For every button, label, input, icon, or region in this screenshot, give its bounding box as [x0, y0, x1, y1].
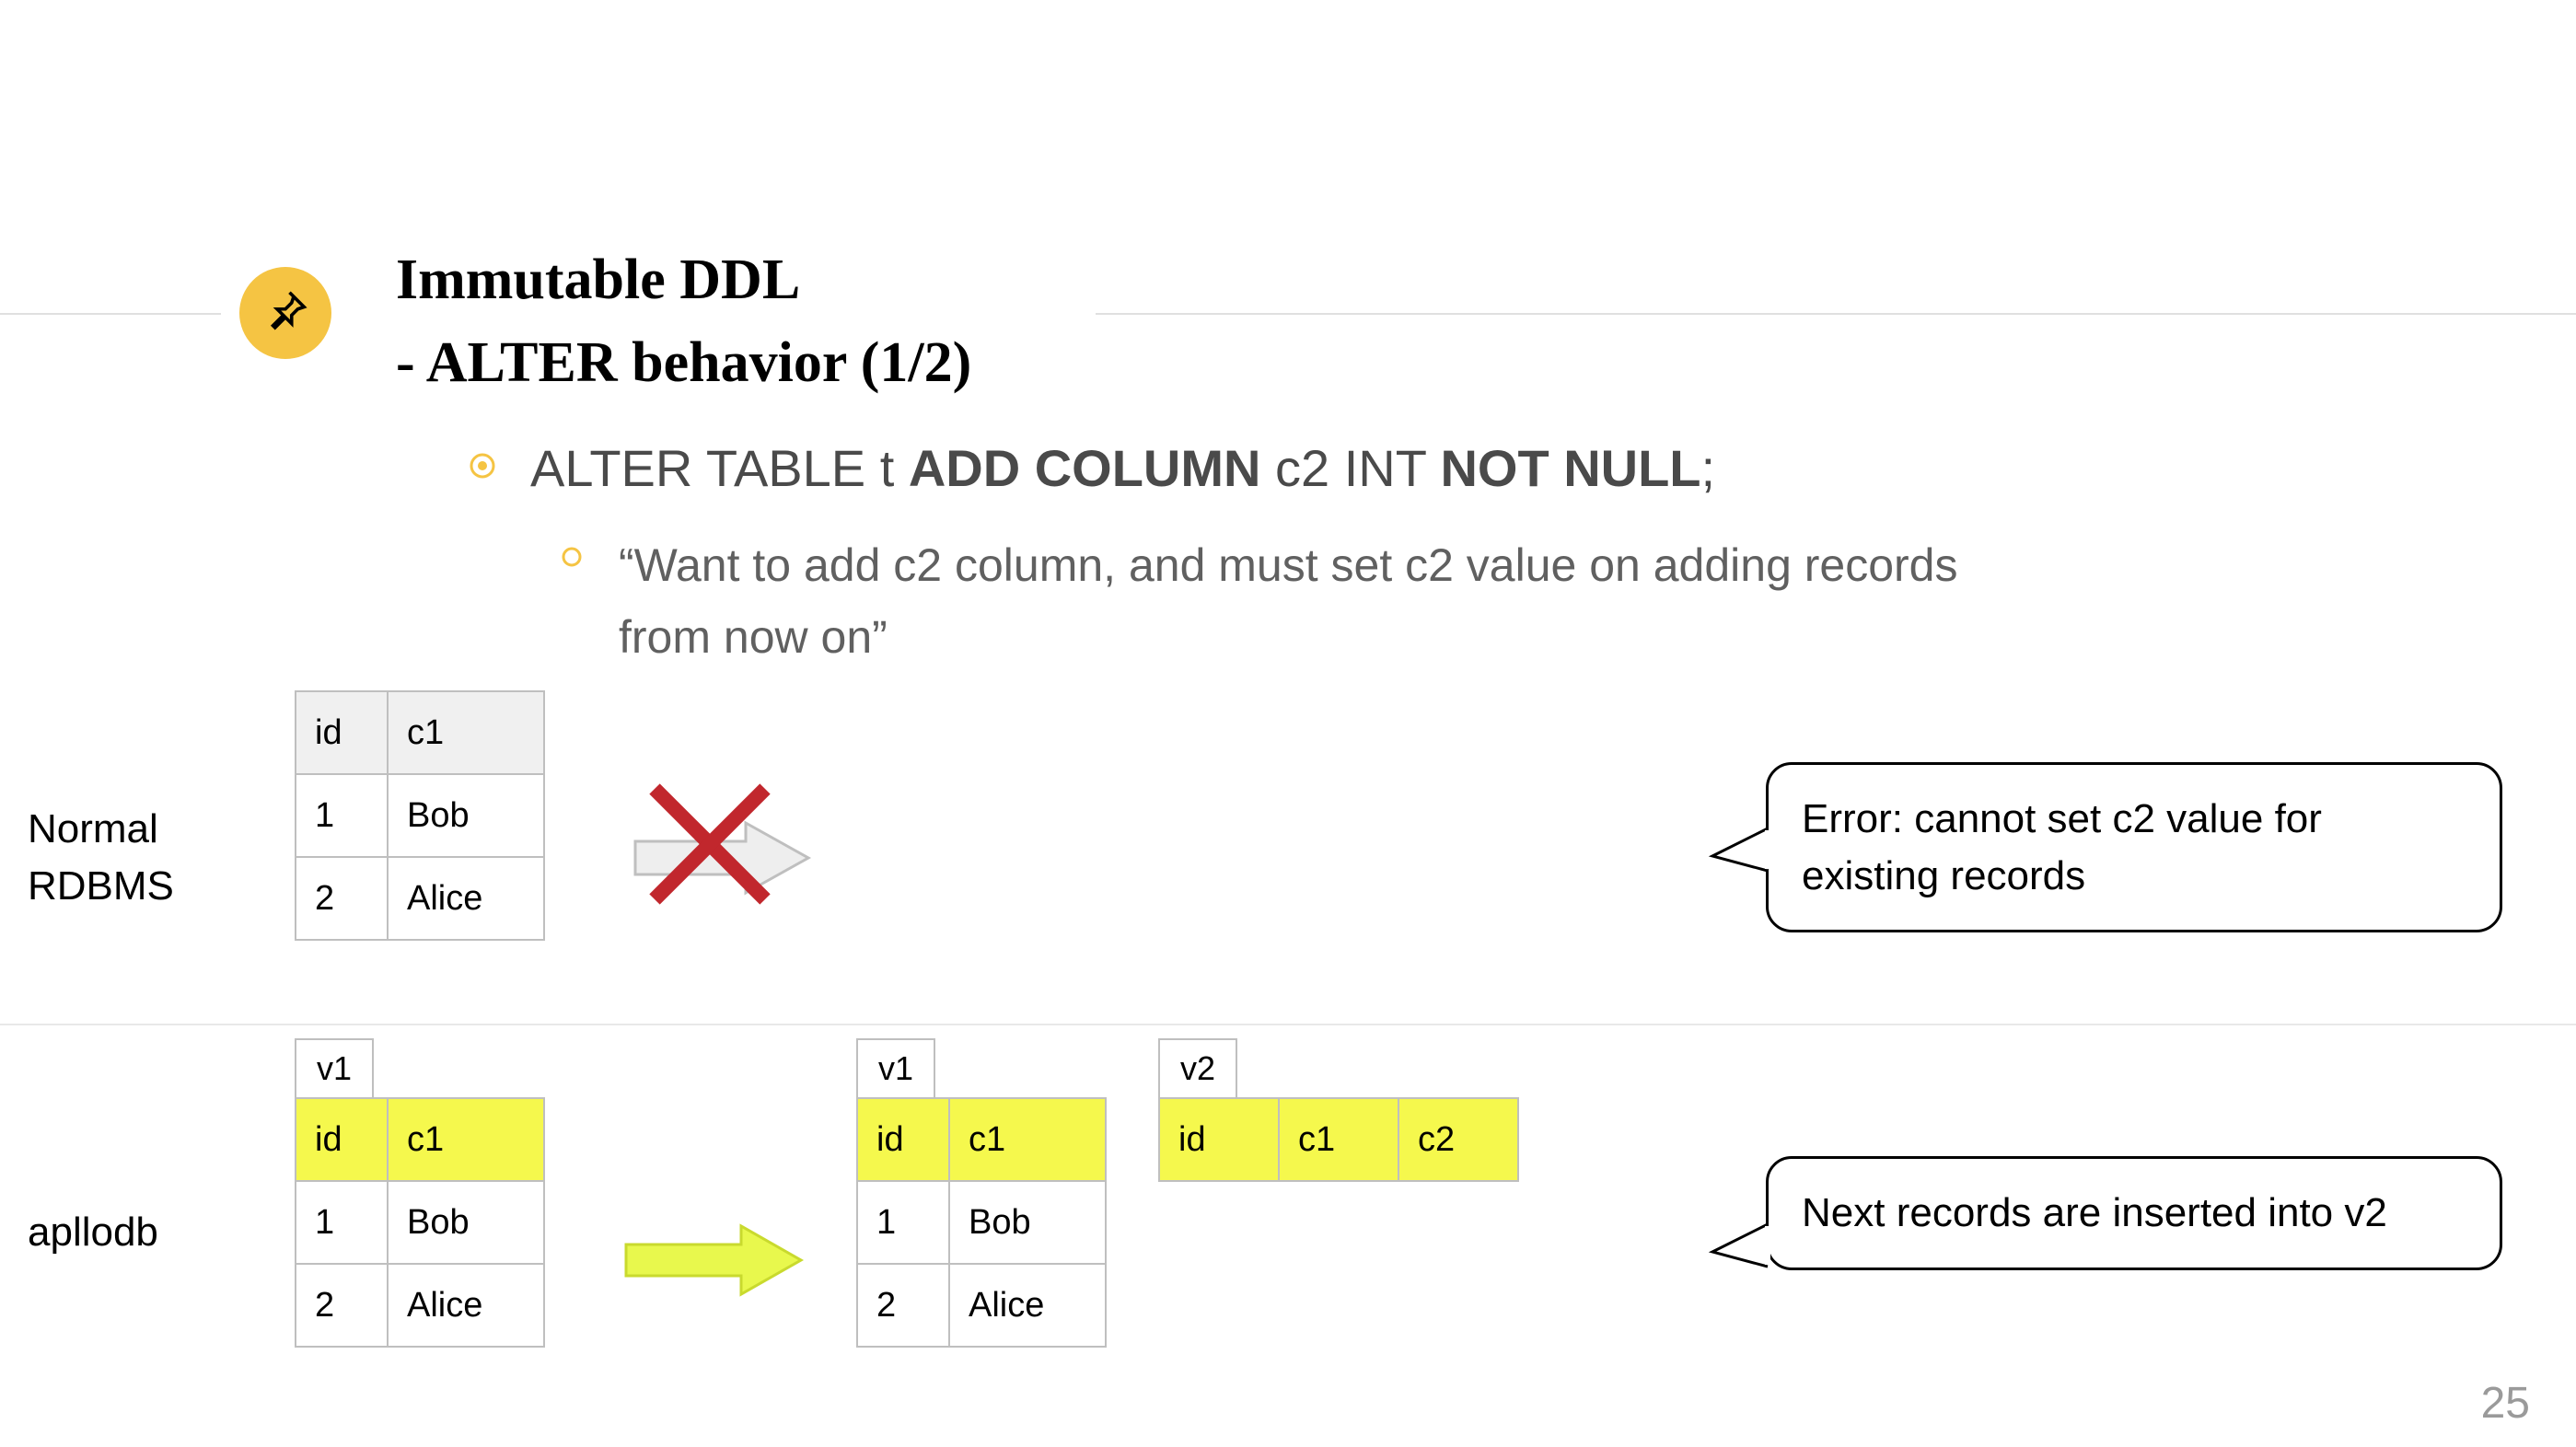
sql-part-2: ADD COLUMN: [909, 439, 1261, 497]
section-divider: [0, 1024, 2576, 1025]
table-row: 1 Bob: [296, 1181, 544, 1264]
th-id: id: [296, 691, 388, 774]
callout-error-text: Error: cannot set c2 value for existing …: [1802, 796, 2322, 898]
sql-part-1: ALTER TABLE t: [530, 439, 909, 497]
cell: Alice: [388, 1264, 544, 1347]
th-id: id: [857, 1098, 949, 1181]
table-row: 2 Alice: [857, 1264, 1106, 1347]
title-line-1: Immutable DDL: [396, 239, 971, 322]
table-row: 2 Alice: [296, 1264, 544, 1347]
cell: Alice: [949, 1264, 1106, 1347]
pin-icon: [261, 286, 310, 341]
version-label-v1: v1: [295, 1038, 374, 1097]
label-normal-text: Normal RDBMS: [28, 806, 174, 909]
th-c1: c1: [949, 1098, 1106, 1181]
cell: Bob: [388, 1181, 544, 1264]
th-c1: c1: [388, 691, 544, 774]
sql-part-5: ;: [1701, 439, 1716, 497]
label-apllodb: apllodb: [28, 1204, 158, 1261]
slide-title: Immutable DDL - ALTER behavior (1/2): [396, 239, 971, 405]
callout-next: Next records are inserted into v2: [1766, 1156, 2502, 1270]
rule-top-right: [1096, 313, 2576, 315]
bullet-main: ALTER TABLE t ADD COLUMN c2 INT NOT NULL…: [470, 438, 1715, 498]
cell: 1: [296, 774, 388, 857]
th-c2: c2: [1398, 1098, 1518, 1181]
callout-tail-icon: [1707, 819, 1771, 884]
title-line-2: - ALTER behavior (1/2): [396, 322, 971, 405]
callout-error: Error: cannot set c2 value for existing …: [1766, 762, 2502, 932]
bullet-main-text: ALTER TABLE t ADD COLUMN c2 INT NOT NULL…: [530, 438, 1715, 498]
table-normal: id c1 1 Bob 2 Alice: [295, 690, 545, 941]
table-ap-v1: id c1 1 Bob 2 Alice: [295, 1097, 545, 1348]
arrow-icon: [626, 812, 819, 909]
cell: Bob: [388, 774, 544, 857]
label-normal-rdbms: Normal RDBMS: [28, 801, 174, 914]
table-row: 1 Bob: [296, 774, 544, 857]
callout-tail-icon: [1707, 1215, 1771, 1279]
bullet-sub-text: “Want to add c2 column, and must set c2 …: [619, 530, 1998, 673]
table-ap-v2: id c1 c2: [1158, 1097, 1519, 1182]
version-label-v1: v1: [856, 1038, 935, 1097]
th-id: id: [296, 1098, 388, 1181]
bullet-dot-icon: [470, 453, 495, 483]
cell: Alice: [388, 857, 544, 940]
arrow-icon: [617, 1219, 810, 1306]
bullet-circle-icon: [562, 547, 582, 572]
cell: 2: [857, 1264, 949, 1347]
pin-badge: [239, 267, 331, 359]
th-c1: c1: [388, 1098, 544, 1181]
sql-part-4: NOT NULL: [1440, 439, 1700, 497]
rule-top-left: [0, 313, 221, 315]
cell: 1: [857, 1181, 949, 1264]
table-row: 1 Bob: [857, 1181, 1106, 1264]
bullet-sub: “Want to add c2 column, and must set c2 …: [562, 530, 1998, 673]
cell: 2: [296, 857, 388, 940]
version-label-v2: v2: [1158, 1038, 1237, 1097]
table-ap-v1b: id c1 1 Bob 2 Alice: [856, 1097, 1107, 1348]
table-row: 2 Alice: [296, 857, 544, 940]
label-apllodb-text: apllodb: [28, 1210, 158, 1255]
th-c1: c1: [1279, 1098, 1398, 1181]
sql-part-3: c2 INT: [1260, 439, 1440, 497]
callout-next-text: Next records are inserted into v2: [1802, 1190, 2387, 1235]
cell: Bob: [949, 1181, 1106, 1264]
page-number: 25: [2481, 1378, 2530, 1429]
th-id: id: [1159, 1098, 1279, 1181]
cell: 2: [296, 1264, 388, 1347]
cell: 1: [296, 1181, 388, 1264]
